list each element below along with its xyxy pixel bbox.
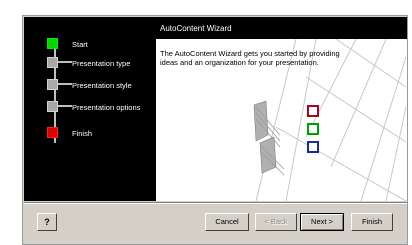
- wizard-description: The AutoContent Wizard gets you started …: [160, 49, 340, 67]
- step-marker-start[interactable]: [47, 38, 58, 49]
- wizard-dialog: Start Presentation type Presentation sty…: [22, 15, 408, 245]
- blue-square-icon: [307, 141, 319, 153]
- next-button[interactable]: Next >: [300, 213, 344, 231]
- step-marker-presentation-options[interactable]: [47, 101, 58, 112]
- red-square-icon: [307, 105, 319, 117]
- step-marker-finish[interactable]: [47, 127, 58, 138]
- decorative-graphic: [253, 38, 407, 201]
- steps-panel: Start Presentation type Presentation sty…: [24, 17, 156, 201]
- step-label-start[interactable]: Start: [72, 40, 88, 49]
- step-list: Start Presentation type Presentation sty…: [24, 17, 156, 201]
- back-button[interactable]: < Back: [255, 213, 297, 231]
- step-marker-presentation-type[interactable]: [47, 57, 58, 68]
- button-separator: [24, 202, 407, 204]
- wizard-title: AutoContent Wizard: [160, 24, 232, 33]
- step-label-presentation-style[interactable]: Presentation style: [72, 81, 132, 90]
- finish-button[interactable]: Finish: [351, 213, 393, 231]
- content-panel: AutoContent Wizard The AutoContent Wizar…: [156, 17, 407, 201]
- help-button[interactable]: ?: [37, 213, 57, 231]
- step-label-presentation-options[interactable]: Presentation options: [72, 103, 140, 112]
- cancel-button[interactable]: Cancel: [205, 213, 249, 231]
- wizard-title-bar: AutoContent Wizard: [156, 17, 407, 39]
- green-square-icon: [307, 123, 319, 135]
- step-label-finish[interactable]: Finish: [72, 129, 92, 138]
- step-marker-presentation-style[interactable]: [47, 79, 58, 90]
- step-label-presentation-type[interactable]: Presentation type: [72, 59, 130, 68]
